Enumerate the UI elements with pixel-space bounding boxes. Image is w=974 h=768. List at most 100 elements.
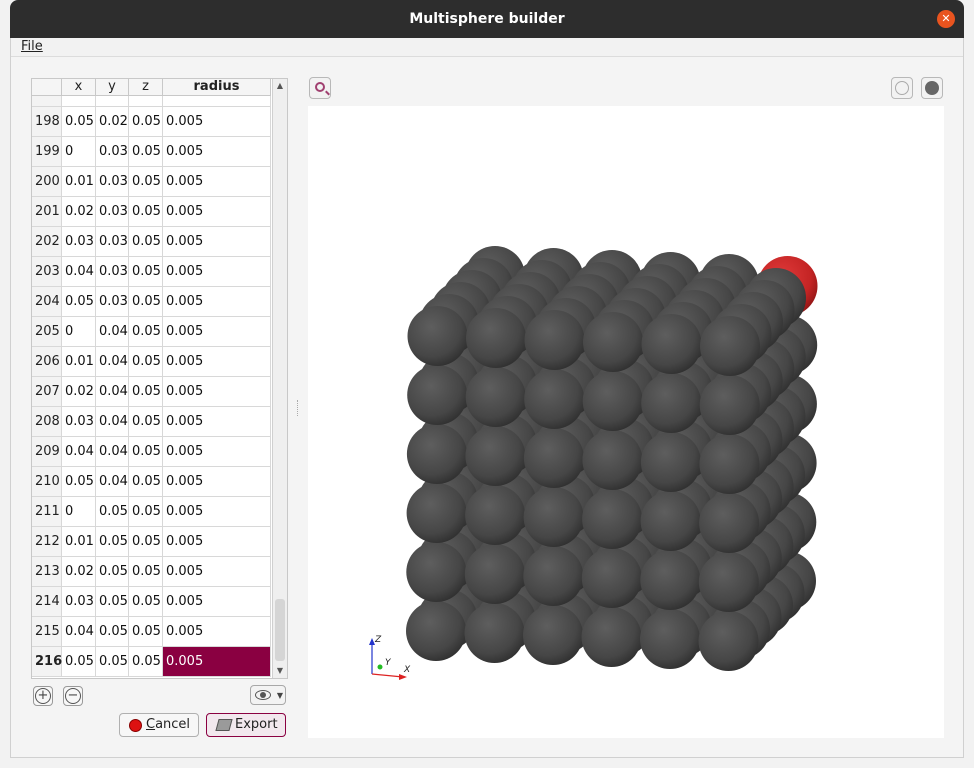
cell-z[interactable]: 0.05 — [129, 527, 163, 556]
cell-z[interactable]: 0.05 — [129, 437, 163, 466]
cell-x[interactable]: 0.04 — [62, 257, 96, 286]
cell-z[interactable]: 0.05 — [129, 137, 163, 166]
menu-file[interactable]: File — [21, 39, 43, 54]
sphere-button[interactable] — [921, 77, 943, 99]
header-x[interactable]: x — [62, 79, 96, 95]
cell-x[interactable]: 0.05 — [62, 107, 96, 136]
cell-z[interactable]: 0.05 — [129, 557, 163, 586]
table-row[interactable]: 204 0.05 0.03 0.05 0.005 — [32, 287, 271, 317]
cell-x[interactable]: 0.04 — [62, 437, 96, 466]
cell-y[interactable]: 0.05 — [96, 497, 129, 526]
cell-y[interactable]: 0.05 — [96, 587, 129, 616]
table-row[interactable]: 212 0.01 0.05 0.05 0.005 — [32, 527, 271, 557]
cell-y[interactable]: 0.03 — [96, 287, 129, 316]
cell-y[interactable]: 0.03 — [96, 257, 129, 286]
cell-radius[interactable]: 0.005 — [163, 497, 271, 526]
splitter-handle[interactable] — [297, 400, 300, 416]
spheres-table[interactable]: x y z radius 198 0.05 0.02 0.05 0.005 199 0 0.0… — [31, 78, 288, 679]
cell-radius[interactable]: 0.005 — [163, 437, 271, 466]
cell-z[interactable]: 0.05 — [129, 347, 163, 376]
cell-x[interactable]: 0.04 — [62, 617, 96, 646]
cell-y[interactable]: 0.05 — [96, 557, 129, 586]
cell-y[interactable]: 0.02 — [96, 107, 129, 136]
cell-radius[interactable]: 0.005 — [163, 587, 271, 616]
cell-y[interactable]: 0.04 — [96, 377, 129, 406]
table-row[interactable]: 200 0.01 0.03 0.05 0.005 — [32, 167, 271, 197]
cell-y[interactable]: 0.04 — [96, 437, 129, 466]
cell-x[interactable]: 0.01 — [62, 347, 96, 376]
table-row[interactable]: 211 0 0.05 0.05 0.005 — [32, 497, 271, 527]
remove-sphere-button[interactable]: − — [63, 686, 83, 706]
table-scrollbar[interactable]: ▲ ▼ — [272, 79, 287, 678]
table-row[interactable]: 205 0 0.04 0.05 0.005 — [32, 317, 271, 347]
scrollbar-thumb[interactable] — [275, 599, 285, 661]
cell-radius[interactable]: 0.005 — [163, 197, 271, 226]
cell-z[interactable]: 0.05 — [129, 197, 163, 226]
cell-z[interactable]: 0.05 — [129, 167, 163, 196]
table-row[interactable]: 206 0.01 0.04 0.05 0.005 — [32, 347, 271, 377]
cell-radius[interactable]: 0.005 — [163, 137, 271, 166]
cell-radius[interactable]: 0.005 — [163, 227, 271, 256]
cell-y[interactable]: 0.04 — [96, 467, 129, 496]
table-row[interactable]: 215 0.04 0.05 0.05 0.005 — [32, 617, 271, 647]
scroll-up-icon[interactable]: ▲ — [273, 79, 287, 93]
cell-y[interactable]: 0.03 — [96, 197, 129, 226]
cell-z[interactable]: 0.05 — [129, 617, 163, 646]
cell-radius[interactable]: 0.005 — [163, 617, 271, 646]
cell-radius[interactable]: 0.005 — [163, 167, 271, 196]
cancel-button[interactable]: Cancel — [119, 713, 199, 737]
cell-x[interactable]: 0.01 — [62, 527, 96, 556]
export-button[interactable]: Export — [206, 713, 286, 737]
header-y[interactable]: y — [96, 79, 129, 95]
cell-x[interactable]: 0.02 — [62, 557, 96, 586]
cell-z[interactable]: 0.05 — [129, 257, 163, 286]
scroll-down-icon[interactable]: ▼ — [273, 664, 287, 678]
cell-z[interactable]: 0.05 — [129, 227, 163, 256]
cell-radius[interactable]: 0.005 — [163, 377, 271, 406]
cell-z[interactable]: 0.05 — [129, 587, 163, 616]
cell-y[interactable]: 0.05 — [96, 647, 129, 676]
cell-x[interactable]: 0.05 — [62, 467, 96, 496]
cell-y[interactable]: 0.05 — [96, 617, 129, 646]
globe-button[interactable] — [891, 77, 913, 99]
close-icon[interactable]: ✕ — [937, 10, 955, 28]
add-sphere-button[interactable]: + — [33, 686, 53, 706]
cell-z[interactable]: 0.05 — [129, 107, 163, 136]
cell-x[interactable]: 0.02 — [62, 377, 96, 406]
cell-radius[interactable]: 0.005 — [163, 347, 271, 376]
table-row[interactable]: 214 0.03 0.05 0.05 0.005 — [32, 587, 271, 617]
view-options-button[interactable]: ▼ — [250, 685, 286, 705]
cell-x[interactable]: 0.05 — [62, 287, 96, 316]
cell-z[interactable]: 0.05 — [129, 287, 163, 316]
cell-radius[interactable]: 0.005 — [163, 647, 271, 676]
table-row[interactable]: 213 0.02 0.05 0.05 0.005 — [32, 557, 271, 587]
table-row[interactable]: 207 0.02 0.04 0.05 0.005 — [32, 377, 271, 407]
cell-y[interactable]: 0.04 — [96, 407, 129, 436]
table-row[interactable]: 199 0 0.03 0.05 0.005 — [32, 137, 271, 167]
cell-z[interactable]: 0.05 — [129, 467, 163, 496]
cell-radius[interactable]: 0.005 — [163, 317, 271, 346]
cell-z[interactable]: 0.05 — [129, 317, 163, 346]
cell-z[interactable]: 0.05 — [129, 497, 163, 526]
table-row[interactable]: 201 0.02 0.03 0.05 0.005 — [32, 197, 271, 227]
cell-y[interactable]: 0.04 — [96, 317, 129, 346]
cell-y[interactable]: 0.05 — [96, 527, 129, 556]
cell-y[interactable]: 0.04 — [96, 347, 129, 376]
cell-x[interactable]: 0 — [62, 137, 96, 166]
chevron-down-icon[interactable]: ▼ — [277, 691, 283, 700]
cell-radius[interactable]: 0.005 — [163, 407, 271, 436]
cell-x[interactable]: 0.03 — [62, 227, 96, 256]
table-row[interactable]: 198 0.05 0.02 0.05 0.005 — [32, 107, 271, 137]
cell-x[interactable]: 0.03 — [62, 587, 96, 616]
cell-z[interactable]: 0.05 — [129, 377, 163, 406]
cell-y[interactable]: 0.03 — [96, 227, 129, 256]
table-row[interactable]: 209 0.04 0.04 0.05 0.005 — [32, 437, 271, 467]
cell-radius[interactable]: 0.005 — [163, 467, 271, 496]
header-z[interactable]: z — [129, 79, 163, 95]
table-row[interactable]: 203 0.04 0.03 0.05 0.005 — [32, 257, 271, 287]
cell-z[interactable]: 0.05 — [129, 407, 163, 436]
cell-y[interactable]: 0.03 — [96, 167, 129, 196]
table-row[interactable]: 210 0.05 0.04 0.05 0.005 — [32, 467, 271, 497]
cell-x[interactable]: 0.03 — [62, 407, 96, 436]
3d-viewport[interactable]: Z Y X — [308, 106, 944, 738]
